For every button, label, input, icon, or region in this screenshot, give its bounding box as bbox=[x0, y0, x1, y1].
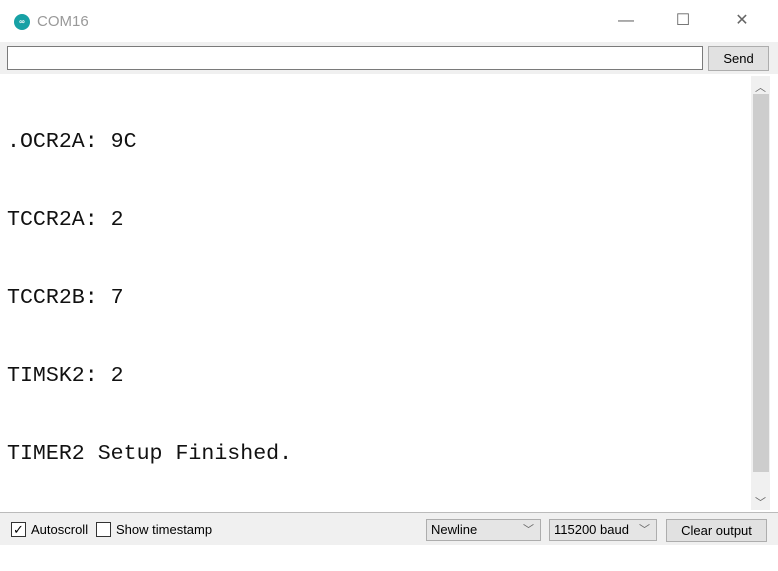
window-title: COM16 bbox=[37, 13, 89, 30]
chevron-down-icon: ﹀ bbox=[523, 524, 534, 536]
scroll-down-icon[interactable]: ﹀ bbox=[751, 494, 770, 510]
scrollbar-thumb[interactable] bbox=[753, 94, 769, 472]
output-line: TIMSK2: 2 bbox=[7, 364, 124, 388]
serial-output: .OCR2A: 9C TCCR2A: 2 TCCR2B: 7 TIMSK2: 2… bbox=[4, 75, 751, 544]
arduino-logo-icon: ∞ bbox=[14, 14, 30, 30]
autoscroll-label: Autoscroll bbox=[31, 522, 89, 537]
serial-input[interactable] bbox=[7, 46, 703, 70]
vertical-scrollbar[interactable]: ︿ ﹀ bbox=[751, 76, 770, 510]
baud-select[interactable]: 115200 baud ﹀ bbox=[549, 519, 657, 541]
input-row: Send bbox=[0, 42, 778, 74]
autoscroll-checkbox[interactable]: ✓ bbox=[11, 522, 26, 537]
output-line: TIMER2 Setup Finished. bbox=[7, 442, 293, 466]
chevron-down-icon: ﹀ bbox=[639, 524, 650, 536]
output-line: .OCR2A: 9C bbox=[7, 130, 137, 154]
output-line: TCCR2B: 7 bbox=[7, 286, 124, 310]
scroll-up-icon[interactable]: ︿ bbox=[751, 79, 770, 95]
output-line: TCCR2A: 2 bbox=[7, 208, 124, 232]
clear-output-button[interactable]: Clear output bbox=[666, 519, 767, 542]
line-ending-select[interactable]: Newline ﹀ bbox=[426, 519, 541, 541]
baud-value: 115200 baud bbox=[554, 522, 629, 537]
send-button[interactable]: Send bbox=[708, 46, 769, 71]
footer-bar: ✓ Autoscroll Show timestamp Newline ﹀ 115… bbox=[0, 512, 778, 545]
close-icon[interactable]: ✕ bbox=[727, 8, 757, 34]
line-ending-value: Newline bbox=[431, 522, 478, 537]
minimize-icon[interactable]: — bbox=[611, 8, 641, 34]
timestamp-checkbox[interactable] bbox=[96, 522, 111, 537]
timestamp-label: Show timestamp bbox=[116, 522, 213, 537]
title-bar: ∞ COM16 — ☐ ✕ bbox=[0, 0, 778, 42]
maximize-icon[interactable]: ☐ bbox=[668, 8, 698, 34]
